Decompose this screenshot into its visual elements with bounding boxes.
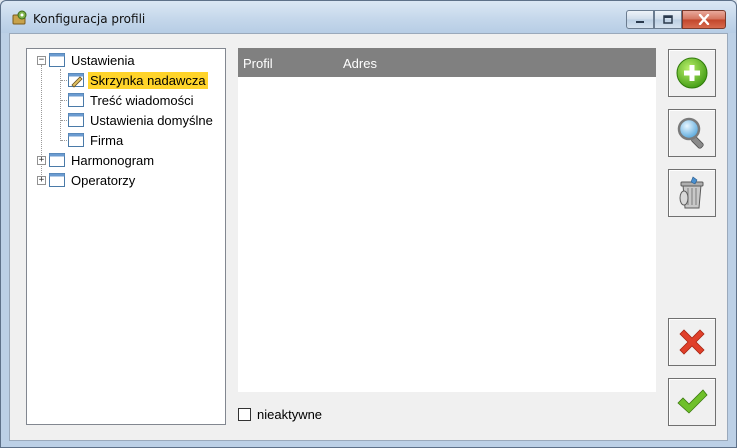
dialog-content: − Ustawienia Skrzynka nadawcza Treść wia… [9, 33, 728, 441]
tree-expand-toggle[interactable]: + [37, 156, 46, 165]
profiles-list[interactable]: Profil Adres [238, 48, 656, 392]
window-title: Konfiguracja profili [33, 12, 146, 26]
tree-item-skrzynka-nadawcza[interactable]: Skrzynka nadawcza [68, 70, 208, 90]
tree-item-ustawienia-domyslne[interactable]: Ustawienia domyślne [68, 110, 215, 130]
window-icon [49, 173, 65, 187]
title-bar[interactable]: Konfiguracja profili [1, 1, 736, 33]
confirm-button[interactable] [668, 378, 716, 426]
minimize-icon [636, 20, 644, 23]
tree-item-operatorzy[interactable]: Operatorzy [49, 170, 137, 190]
close-button[interactable] [682, 10, 726, 29]
list-header: Profil Adres [238, 48, 656, 77]
tree-item-tresc-wiadomosci[interactable]: Treść wiadomości [68, 90, 196, 110]
delete-button[interactable] [668, 169, 716, 217]
edit-window-icon [68, 73, 84, 88]
window-icon [49, 53, 65, 67]
tree-collapse-toggle[interactable]: − [37, 56, 46, 65]
tree-item-harmonogram[interactable]: Harmonogram [49, 150, 156, 170]
tree-expand-toggle[interactable]: + [37, 176, 46, 185]
window-icon [68, 133, 84, 147]
minimize-button[interactable] [626, 10, 654, 29]
add-icon [676, 57, 708, 89]
tree-item-label: Harmonogram [71, 152, 155, 168]
close-icon [698, 14, 710, 25]
window-icon [68, 113, 84, 127]
inactive-checkbox[interactable] [238, 408, 251, 421]
dialog-window: Konfiguracja profili − Ustawienia Skrzyn… [0, 0, 737, 448]
checkmark-icon [677, 389, 708, 414]
tree-item-label: Ustawienia [71, 52, 135, 68]
tree-item-ustawienia[interactable]: Ustawienia [49, 50, 137, 70]
tree-item-label: Ustawienia domyślne [90, 112, 213, 128]
column-header-adres[interactable]: Adres [343, 56, 377, 71]
window-icon [49, 153, 65, 167]
trash-icon [679, 176, 704, 209]
maximize-icon [663, 15, 673, 24]
tree-item-label: Treść wiadomości [90, 92, 194, 108]
tree-item-label: Operatorzy [71, 172, 136, 188]
view-button[interactable] [668, 109, 716, 157]
tree-item-label: Skrzynka nadawcza [88, 71, 208, 89]
maximize-button[interactable] [654, 10, 682, 29]
settings-tree[interactable]: − Ustawienia Skrzynka nadawcza Treść wia… [26, 48, 226, 425]
add-button[interactable] [668, 49, 716, 97]
app-icon [12, 10, 27, 25]
search-icon [677, 117, 704, 149]
inactive-checkbox-row[interactable]: nieaktywne [238, 407, 322, 422]
tree-item-firma[interactable]: Firma [68, 130, 125, 150]
column-header-profil[interactable]: Profil [243, 56, 273, 71]
close-icon [679, 329, 705, 355]
cancel-button[interactable] [668, 318, 716, 366]
tree-item-label: Firma [90, 132, 124, 148]
inactive-checkbox-label: nieaktywne [257, 407, 323, 422]
window-icon [68, 93, 84, 107]
window-controls [626, 10, 726, 29]
